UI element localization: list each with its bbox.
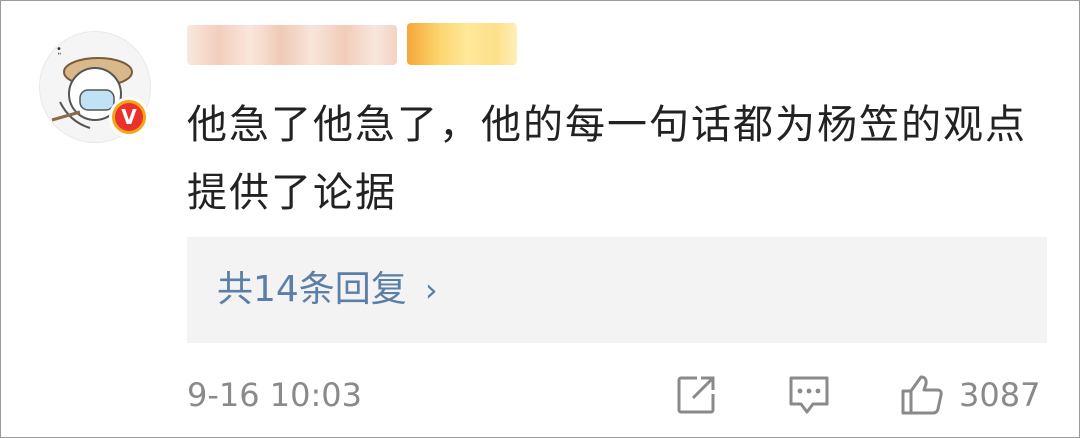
chevron-right-icon: › (424, 271, 438, 309)
comment-timestamp: 9-16 10:03 (187, 376, 363, 414)
comment-icon (789, 376, 829, 414)
username-redacted[interactable] (187, 25, 397, 65)
replies-count-label: 共14条回复 (217, 269, 407, 310)
share-icon (677, 376, 715, 414)
view-replies-link[interactable]: 共14条回复 › (217, 267, 438, 313)
user-tag-redacted (407, 23, 517, 65)
comment-card: •͈ V 他急了他急了，他的每一句话都为杨笠的观点提供了论据 共14条回复 › … (0, 0, 1080, 438)
like-button[interactable]: 3087 (899, 373, 1040, 417)
comment-text: 他急了他急了，他的每一句话都为杨笠的观点提供了论据 (187, 102, 1027, 216)
verified-badge: V (109, 97, 149, 137)
thumbs-up-icon (901, 375, 943, 415)
svg-text:•͈: •͈ (56, 44, 62, 55)
verified-icon: V (115, 103, 143, 131)
share-button[interactable] (675, 373, 717, 417)
like-count: 3087 (959, 376, 1041, 414)
replies-panel[interactable]: 共14条回复 › (187, 237, 1047, 343)
comment-button[interactable] (787, 373, 831, 417)
